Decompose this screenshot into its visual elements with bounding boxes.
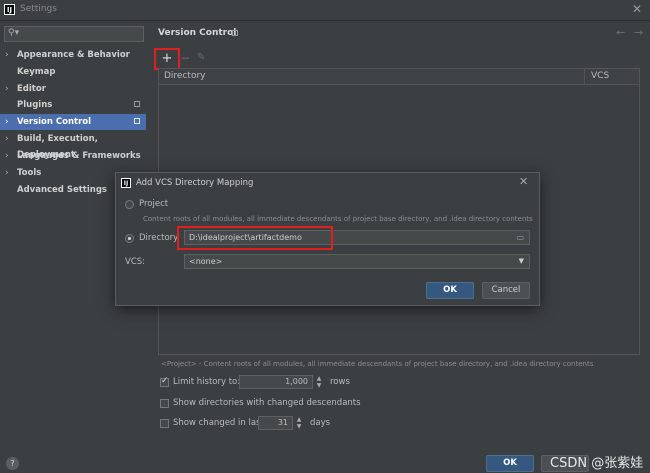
edit-mapping-button[interactable]: ✎ (197, 52, 205, 63)
help-button[interactable]: ? (6, 457, 19, 470)
chevron-right-icon: › (5, 151, 9, 161)
sidebar-item-languages[interactable]: › Languages & Frameworks (0, 148, 146, 164)
add-vcs-mapping-dialog: IJ Add VCS Directory Mapping ✕ Project C… (115, 172, 540, 306)
limit-history-checkbox[interactable] (160, 376, 169, 387)
vcs-select[interactable]: <none> ▼ (184, 254, 530, 269)
chevron-right-icon: › (5, 168, 9, 178)
watermark: CSDN @张紫娃 (550, 456, 644, 471)
show-dirs-checkbox[interactable] (160, 399, 169, 408)
project-scope-icon (134, 118, 140, 124)
sidebar-item-keymap[interactable]: Keymap (0, 64, 146, 80)
column-header-directory[interactable]: Directory (164, 71, 205, 81)
sidebar-item-appearance[interactable]: › Appearance & Behavior (0, 47, 146, 63)
vcs-label: VCS: (125, 257, 146, 267)
project-hint: Content roots of all modules, all immedi… (143, 215, 533, 223)
dialog-title: Add VCS Directory Mapping (136, 178, 254, 188)
back-arrow-icon[interactable]: ← (616, 26, 625, 39)
rows-unit-label: rows (330, 377, 350, 387)
mapping-note: <Project> - Content roots of all modules… (161, 360, 594, 368)
project-radio[interactable] (125, 200, 134, 209)
sidebar-item-label: Plugins (17, 100, 53, 110)
sidebar-item-label: Version Control (17, 117, 92, 127)
days-unit-label: days (310, 418, 331, 428)
window-title: Settings (20, 4, 57, 14)
sidebar-item-label: Keymap (17, 67, 56, 77)
title-bar: IJ Settings ✕ (0, 0, 650, 21)
dialog-ok-button[interactable]: OK (426, 282, 474, 299)
chevron-right-icon: › (5, 84, 9, 94)
sidebar-item-label: Languages & Frameworks (17, 151, 141, 161)
app-logo-icon: IJ (4, 4, 15, 15)
app-logo-icon: IJ (121, 178, 131, 188)
project-scope-icon (134, 101, 140, 107)
sidebar-item-plugins[interactable]: Plugins (0, 97, 146, 113)
chevron-right-icon: › (5, 50, 9, 60)
table-header: Directory VCS (159, 69, 639, 85)
project-scope-icon (232, 30, 238, 36)
dialog-cancel-button[interactable]: Cancel (482, 282, 530, 299)
sidebar-item-label: Editor (17, 84, 46, 94)
chevron-right-icon: › (5, 134, 9, 144)
sidebar-item-editor[interactable]: › Editor (0, 81, 146, 97)
chevron-right-icon: › (5, 117, 9, 127)
stepper-arrows-icon[interactable]: ▲ ▼ (313, 375, 325, 389)
close-icon[interactable]: ✕ (519, 175, 528, 188)
sidebar-item-label: Appearance & Behavior (17, 50, 130, 60)
pencil-icon: ✎ (197, 52, 206, 63)
folder-icon[interactable]: ▭ (516, 231, 524, 244)
directory-radio-label: Directory (139, 233, 179, 243)
limit-history-input[interactable]: 1,000 (239, 375, 313, 389)
show-changed-checkbox[interactable] (160, 419, 169, 428)
sidebar-item-label: Tools (17, 168, 42, 178)
limit-history-label: Limit history to: (173, 377, 241, 387)
vcs-value: <none> (189, 257, 223, 266)
forward-arrow-icon[interactable]: → (634, 26, 643, 39)
show-dirs-label: Show directories with changed descendant… (173, 398, 361, 408)
sidebar-item-label: Advanced Settings (17, 185, 107, 195)
search-icon: ⚲▾ (8, 28, 20, 38)
column-header-vcs[interactable]: VCS (591, 71, 609, 81)
sidebar-item-version-control[interactable]: › Version Control (0, 114, 146, 130)
highlight-box (154, 48, 180, 70)
close-icon[interactable]: ✕ (632, 2, 642, 16)
search-input[interactable]: ⚲▾ (4, 26, 144, 42)
minus-icon: − (180, 51, 191, 65)
project-radio-label: Project (139, 199, 169, 209)
sidebar-item-build[interactable]: › Build, Execution, Deployment (0, 131, 146, 160)
directory-radio[interactable] (125, 234, 134, 243)
stepper-arrows-icon[interactable]: ▲ ▼ (293, 416, 305, 430)
show-changed-input[interactable]: 31 (258, 416, 293, 430)
column-divider (584, 69, 585, 84)
highlight-box (177, 226, 333, 250)
settings-ok-button[interactable]: OK (486, 455, 534, 472)
chevron-down-icon: ▼ (518, 257, 524, 265)
remove-mapping-button[interactable]: − (180, 51, 190, 65)
page-title: Version Control (158, 28, 237, 38)
show-changed-label: Show changed in last (173, 418, 264, 428)
